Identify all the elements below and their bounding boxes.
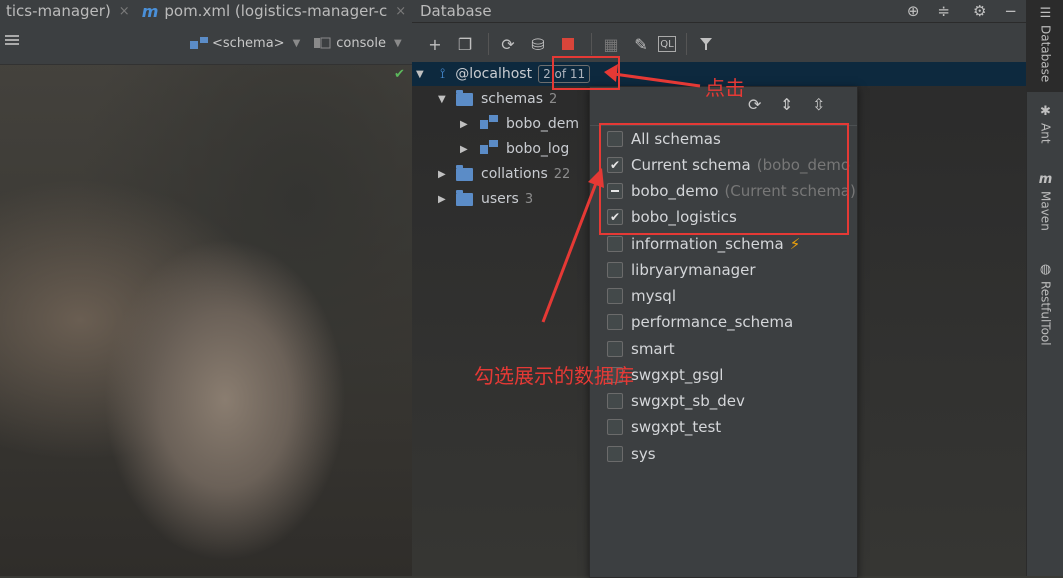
arrowhead-icon	[588, 168, 604, 188]
annotation-arrows	[541, 64, 701, 323]
annotation-click: 点击	[705, 76, 745, 100]
annotation-arrow	[541, 177, 600, 323]
arrowhead-icon	[604, 64, 618, 82]
annotation-select: 勾选展示的数据库	[474, 364, 634, 388]
annotation-arrow	[613, 72, 701, 88]
